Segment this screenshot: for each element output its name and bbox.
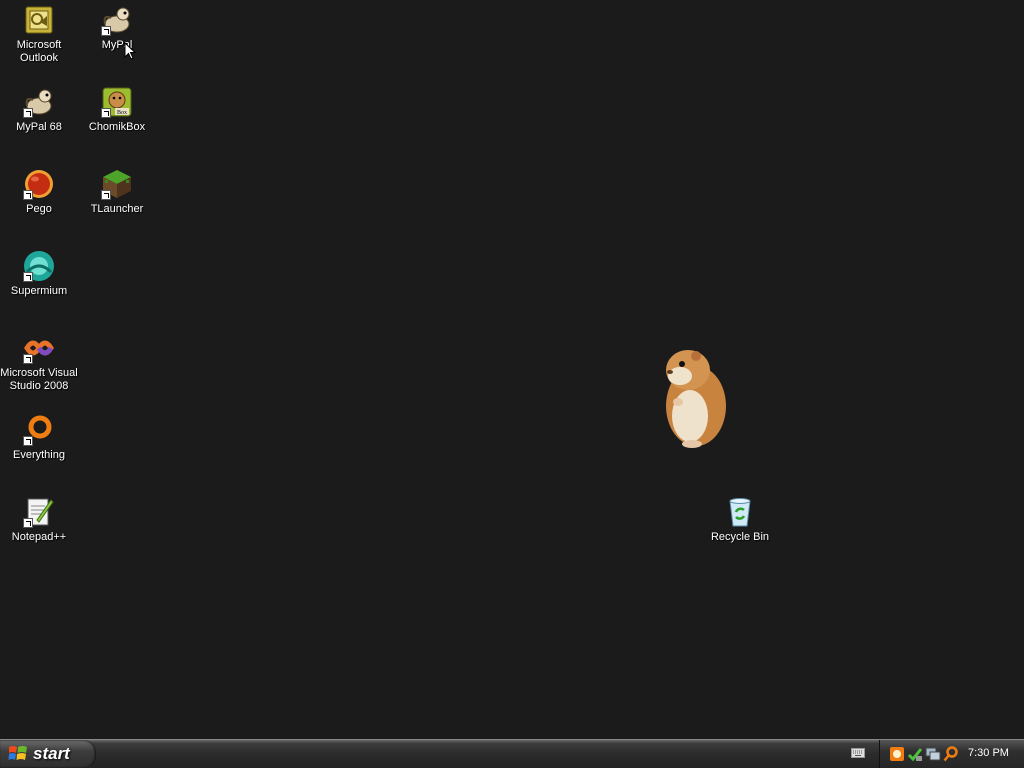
svg-text:Box: Box [117, 110, 127, 116]
desktop-icon-label: Pego [26, 203, 52, 215]
desktop-icon-label: ChomikBox [88, 121, 146, 133]
tlauncher-icon [101, 168, 133, 200]
desktop-icon-recycle-bin[interactable]: Recycle Bin [701, 496, 779, 544]
everything-search-icon[interactable] [943, 746, 959, 762]
shortcut-arrow-icon [23, 190, 33, 200]
shortcut-arrow-icon [101, 108, 111, 118]
network-check-icon[interactable] [907, 746, 923, 762]
desktop-icon-label: Supermium [10, 285, 68, 297]
desktop-icon-label: TLauncher [90, 203, 144, 215]
desktop-icon-pego[interactable]: Pego [0, 168, 78, 216]
outlook-icon [23, 4, 55, 36]
desktop-icon-mypal-68[interactable]: MyPal 68 [0, 86, 78, 134]
notepad-plus-plus-icon [23, 496, 55, 528]
desktop-icon-notepad-plus-plus[interactable]: Notepad++ [0, 496, 78, 544]
mypal-icon [23, 86, 55, 118]
pego-icon [23, 168, 55, 200]
chomikbox-tray-icon[interactable] [889, 746, 905, 762]
shortcut-arrow-icon [23, 354, 33, 364]
desktop-icon-everything[interactable]: Everything [0, 414, 78, 462]
hamster-desktop-pet[interactable] [648, 344, 734, 450]
mypal-icon [101, 4, 133, 36]
shortcut-arrow-icon [101, 190, 111, 200]
desktop-icon-tlauncher[interactable]: TLauncher [78, 168, 156, 216]
network-tray-icon[interactable] [925, 746, 941, 762]
mouse-cursor-icon [124, 42, 136, 60]
desktop-icon-label: Notepad++ [11, 531, 67, 543]
system-tray: 7:30 PM [879, 740, 1024, 768]
desktop-icon-label: Recycle Bin [710, 531, 770, 543]
desktop: Microsoft Outlook MyPal MyPal 68 Box Cho… [0, 0, 1024, 739]
desktop-icon-mypal[interactable]: MyPal [78, 4, 156, 52]
keyboard-icon[interactable] [851, 747, 865, 759]
shortcut-arrow-icon [23, 108, 33, 118]
shortcut-arrow-icon [23, 518, 33, 528]
desktop-icon-label: MyPal 68 [16, 121, 62, 133]
clock[interactable]: 7:30 PM [968, 747, 1009, 759]
chomikbox-icon: Box [101, 86, 133, 118]
supermium-icon [23, 250, 55, 282]
desktop-icon-supermium[interactable]: Supermium [0, 250, 78, 298]
windows-logo-icon [8, 746, 27, 760]
shortcut-arrow-icon [101, 26, 111, 36]
desktop-icon-visual-studio-2008[interactable]: Microsoft Visual Studio 2008 [0, 332, 78, 393]
desktop-icon-label: Microsoft Visual Studio 2008 [0, 367, 78, 392]
visual-studio-icon [23, 332, 55, 364]
recycle-bin-icon [724, 496, 756, 528]
taskbar: start 7:30 PM [0, 739, 1024, 768]
shortcut-arrow-icon [23, 436, 33, 446]
desktop-icon-label: Everything [13, 449, 65, 461]
start-button-label: start [33, 744, 70, 763]
desktop-icon-outlook[interactable]: Microsoft Outlook [0, 4, 78, 65]
everything-icon [23, 414, 55, 446]
start-button[interactable]: start [0, 740, 96, 768]
desktop-icon-chomikbox[interactable]: Box ChomikBox [78, 86, 156, 134]
shortcut-arrow-icon [23, 272, 33, 282]
desktop-icon-label: Microsoft Outlook [16, 39, 62, 64]
